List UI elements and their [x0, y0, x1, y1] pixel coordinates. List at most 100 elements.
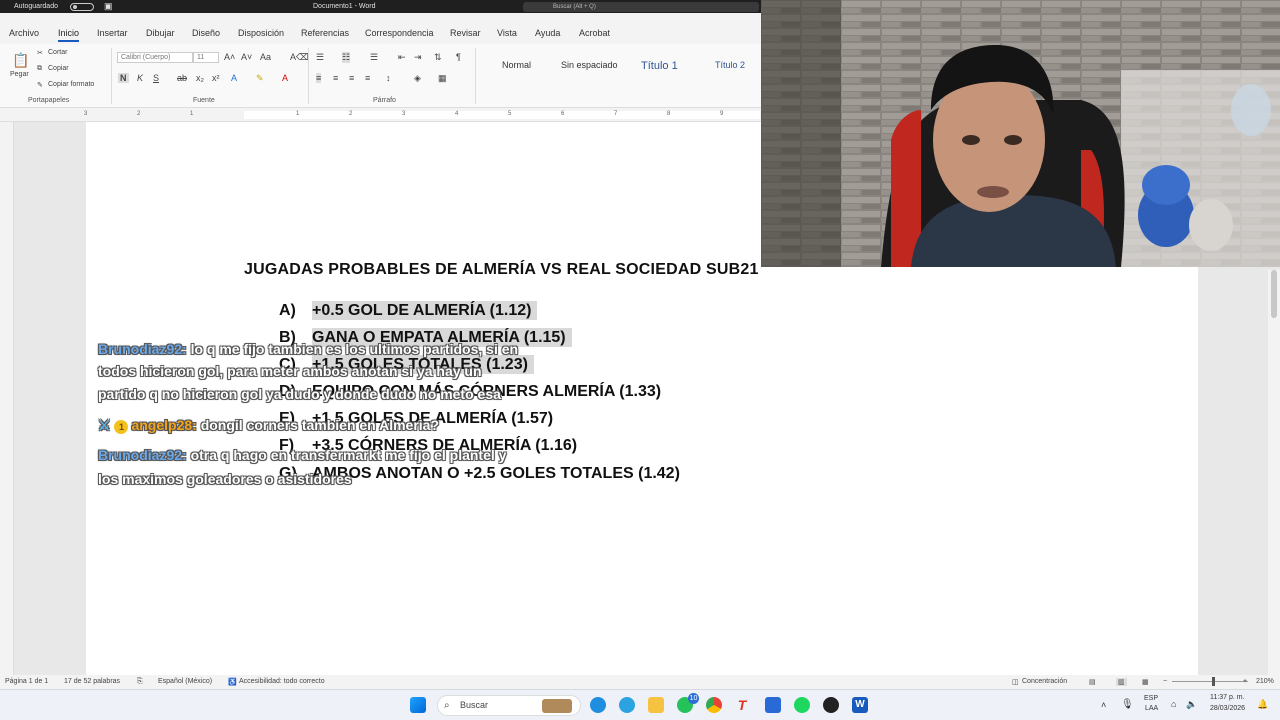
zoom-in-button[interactable]: +: [1243, 678, 1247, 685]
decrease-indent-icon[interactable]: ⇤: [398, 52, 406, 63]
chat-text: partido q no hicieron gol ya dudo y dond…: [98, 386, 501, 402]
proofing-icon[interactable]: ⎘: [137, 678, 143, 686]
align-left-icon[interactable]: ≡: [316, 73, 322, 83]
font-size-select[interactable]: 11: [193, 52, 219, 63]
notification-icon[interactable]: 🔔: [1257, 699, 1268, 710]
numbering-icon[interactable]: ☷: [342, 52, 351, 63]
justify-icon[interactable]: ≡: [365, 73, 370, 83]
multilevel-list-icon[interactable]: ☰: [370, 52, 378, 63]
tab-archivo[interactable]: Archivo: [9, 28, 39, 38]
bold-button[interactable]: N: [118, 73, 129, 83]
bullets-icon[interactable]: ☰: [316, 52, 324, 63]
tab-revisar[interactable]: Revisar: [450, 28, 481, 38]
vertical-scrollbar[interactable]: [1268, 270, 1280, 675]
status-words[interactable]: 17 de 52 palabras: [64, 678, 120, 685]
keyboard-region[interactable]: LAA: [1145, 705, 1158, 712]
sort-icon[interactable]: ⇅: [434, 52, 442, 63]
status-page[interactable]: Página 1 de 1: [5, 678, 48, 685]
status-bar: Página 1 de 1 17 de 52 palabras ⎘ Españo…: [0, 675, 1280, 689]
subscript-button[interactable]: x₂: [196, 73, 204, 83]
network-icon[interactable]: ⌂: [1171, 699, 1176, 709]
telegram-icon[interactable]: [619, 697, 635, 713]
tab-diseno[interactable]: Diseño: [192, 28, 220, 38]
superscript-button[interactable]: x²: [212, 73, 220, 83]
shading-icon[interactable]: ◈: [414, 73, 421, 84]
obs-icon[interactable]: [823, 697, 839, 713]
font-color-icon[interactable]: A: [282, 73, 288, 83]
line-spacing-icon[interactable]: ↕: [386, 73, 391, 83]
borders-icon[interactable]: ▦: [438, 73, 447, 84]
autosave-toggle[interactable]: [70, 3, 94, 11]
tab-insertar[interactable]: Insertar: [97, 28, 128, 38]
text-effects-icon[interactable]: A: [231, 73, 237, 83]
word-icon[interactable]: W: [852, 697, 868, 713]
align-center-icon[interactable]: ≡: [333, 73, 338, 83]
tray-overflow-icon[interactable]: ˄: [1101, 700, 1106, 710]
file-explorer-icon[interactable]: [648, 697, 664, 713]
zoom-out-button[interactable]: −: [1163, 678, 1167, 685]
increase-indent-icon[interactable]: ⇥: [414, 52, 422, 63]
focus-mode-button[interactable]: Concentración: [1022, 678, 1067, 685]
chrome-icon[interactable]: [706, 697, 722, 713]
grow-font-icon[interactable]: A˄: [224, 52, 235, 62]
save-icon[interactable]: ▣: [104, 1, 113, 12]
ruler-number: 2: [349, 111, 353, 117]
app-window: Autoguardado ▣ Documento1 - Word Buscar …: [0, 0, 1280, 720]
align-right-icon[interactable]: ≡: [349, 73, 354, 83]
tab-inicio[interactable]: Inicio: [58, 28, 80, 42]
format-painter-button[interactable]: Copiar formato: [48, 81, 94, 88]
style-normal[interactable]: Normal: [502, 60, 531, 70]
web-layout-icon[interactable]: ▦: [1142, 678, 1149, 686]
zoom-slider-thumb[interactable]: [1212, 677, 1215, 686]
keyboard-language[interactable]: ESP: [1144, 695, 1158, 702]
ruler-number: 1: [190, 111, 194, 117]
microphone-icon[interactable]: 🎙: [1121, 699, 1134, 710]
highlight-color-icon[interactable]: ✎: [256, 73, 264, 84]
scrollbar-thumb[interactable]: [1271, 270, 1277, 318]
show-marks-icon[interactable]: ¶: [456, 52, 461, 62]
tab-correspondencia[interactable]: Correspondencia: [365, 28, 434, 38]
title-search-box[interactable]: Buscar (Alt + Q): [523, 2, 759, 12]
style-no-spacing[interactable]: Sin espaciado: [561, 60, 618, 70]
tab-vista[interactable]: Vista: [497, 28, 517, 38]
status-language[interactable]: Español (México): [158, 678, 212, 685]
text-app-icon[interactable]: T: [734, 697, 750, 713]
status-accessibility[interactable]: Accesibilidad: todo correcto: [239, 678, 325, 685]
taskbar-search[interactable]: ⌕ Buscar: [437, 695, 581, 716]
ruler-number: 3: [84, 111, 88, 117]
ribbon-divider: [308, 48, 309, 104]
style-heading-2[interactable]: Título 2: [715, 60, 745, 70]
paste-button[interactable]: Pegar: [10, 71, 29, 78]
tab-dibujar[interactable]: Dibujar: [146, 28, 175, 38]
windows-start-icon[interactable]: [410, 697, 426, 713]
style-heading-1[interactable]: Título 1: [641, 60, 678, 72]
focus-icon: ◫: [1012, 679, 1019, 686]
tab-acrobat[interactable]: Acrobat: [579, 28, 610, 38]
clock-date[interactable]: 28/03/2026: [1210, 705, 1245, 712]
copy-button[interactable]: Copiar: [48, 65, 69, 72]
clock-time[interactable]: 11:37 p. m.: [1210, 694, 1245, 701]
ribbon-divider: [475, 48, 476, 104]
taskbar: ⌕ Buscar 10 T W ˄ 🎙 ESP LAA ⌂ 🔈 11:37 p.…: [0, 689, 1280, 720]
paste-icon[interactable]: 📋: [12, 52, 29, 69]
calculator-icon[interactable]: [765, 697, 781, 713]
strikethrough-button[interactable]: ab: [177, 73, 187, 83]
underline-button[interactable]: S: [153, 73, 159, 83]
tab-ayuda[interactable]: Ayuda: [535, 28, 560, 38]
tab-referencias[interactable]: Referencias: [301, 28, 349, 38]
shrink-font-icon[interactable]: A˅: [241, 52, 252, 62]
cut-button[interactable]: Cortar: [48, 49, 67, 56]
clear-format-icon[interactable]: A⌫: [290, 52, 309, 63]
italic-button[interactable]: K: [137, 73, 143, 83]
tab-disposicion[interactable]: Disposición: [238, 28, 284, 38]
print-layout-icon[interactable]: ▥: [1116, 678, 1127, 686]
zoom-level[interactable]: 210%: [1256, 678, 1274, 685]
spotify-icon[interactable]: [794, 697, 810, 713]
font-name-select[interactable]: Calibri (Cuerpo): [117, 52, 193, 63]
option-letter: A): [279, 302, 296, 319]
read-mode-icon[interactable]: ▤: [1089, 678, 1096, 686]
change-case-icon[interactable]: Aa: [260, 52, 271, 62]
volume-icon[interactable]: 🔈: [1186, 699, 1197, 710]
edge-icon[interactable]: [590, 697, 606, 713]
zoom-slider[interactable]: [1172, 681, 1248, 682]
